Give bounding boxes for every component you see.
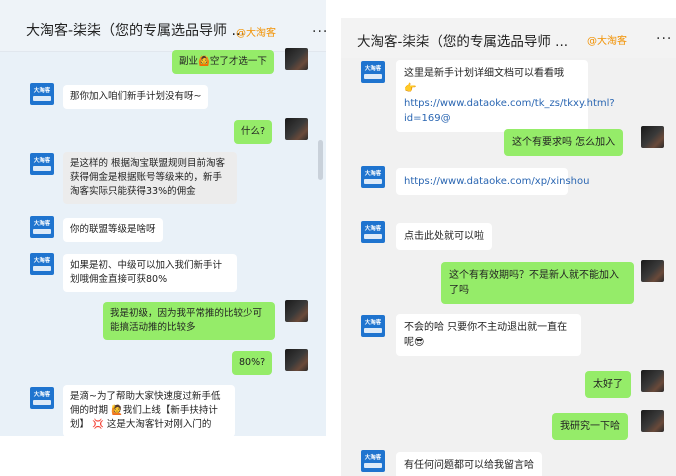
- avatar-decoration: [33, 400, 51, 405]
- message-bubble-outgoing: 这个有要求吗 怎么加入: [504, 129, 624, 156]
- contact-avatar[interactable]: 大淘客: [361, 221, 385, 243]
- contact-avatar[interactable]: 大淘客: [30, 253, 54, 275]
- more-options-icon[interactable]: ···: [656, 31, 672, 47]
- message-bubble-outgoing: 副业🙆空了才选一下: [172, 50, 274, 74]
- chat-header: 大淘客-柒柒（您的专属选品导师 ... @大淘客 ···: [341, 18, 676, 58]
- avatar-label: 大淘客: [33, 258, 51, 264]
- contact-avatar[interactable]: 大淘客: [30, 216, 54, 238]
- user-avatar[interactable]: [285, 118, 308, 140]
- avatar-decoration: [33, 266, 51, 271]
- message-bubble-incoming: 这里是新手计划详细文档可以看看哦 👉https://www.dataoke.co…: [396, 60, 615, 132]
- message-bubble-outgoing: 这个有有效期吗？不是新人就不能加入了吗: [441, 262, 634, 304]
- message-bubble-incoming: 有任何问题都可以给我留言哈: [396, 452, 542, 476]
- message-bubble-incoming: 点击此处就可以啦: [396, 223, 492, 250]
- avatar-decoration: [33, 96, 51, 101]
- user-avatar[interactable]: [285, 300, 308, 322]
- message-bubble-outgoing: 我是初级，因为我平常推的比较少可能搞活动推的比较多: [103, 302, 275, 340]
- scrollbar[interactable]: [318, 140, 323, 180]
- message-bubble-incoming: 你的联盟等级是啥呀: [63, 218, 163, 242]
- chat-title[interactable]: 大淘客-柒柒（您的专属选品导师 ...: [357, 30, 568, 50]
- avatar-decoration: [33, 166, 51, 171]
- avatar-label: 大淘客: [364, 66, 382, 72]
- avatar-decoration: [33, 229, 51, 234]
- chat-tag: @大淘客: [587, 36, 627, 47]
- message-bubble-outgoing: 我研究一下哈: [552, 413, 628, 440]
- contact-avatar[interactable]: 大淘客: [361, 450, 385, 472]
- contact-avatar[interactable]: 大淘客: [361, 61, 385, 83]
- contact-avatar[interactable]: 大淘客: [30, 83, 54, 105]
- user-avatar[interactable]: [285, 48, 308, 70]
- user-avatar[interactable]: [641, 260, 664, 282]
- avatar-label: 大淘客: [33, 221, 51, 227]
- avatar-label: 大淘客: [33, 158, 51, 164]
- message-bubble-outgoing: 80%?: [232, 351, 273, 375]
- avatar-label: 大淘客: [364, 226, 382, 232]
- message-bubble-incoming: 是这样的 根据淘宝联盟规则目前淘客获得佣金是根据账号等级来的，新手淘客实际只能获…: [63, 152, 237, 204]
- contact-avatar[interactable]: 大淘客: [361, 166, 385, 188]
- contact-avatar[interactable]: 大淘客: [30, 153, 54, 175]
- chat-header: 大淘客-柒柒（您的专属选品导师 ... @大淘客 ···: [0, 0, 326, 52]
- avatar-label: 大淘客: [33, 88, 51, 94]
- chat-title[interactable]: 大淘客-柒柒（您的专属选品导师 ...: [26, 20, 245, 40]
- user-avatar[interactable]: [285, 349, 308, 371]
- message-text: 这里是新手计划详细文档可以看看哦: [404, 68, 564, 79]
- chat-window-left: 大淘客-柒柒（您的专属选品导师 ... @大淘客 ··· 副业🙆空了才选一下 大…: [0, 0, 326, 436]
- user-avatar[interactable]: [641, 126, 664, 148]
- message-bubble-incoming: 是滴~为了帮助大家快速度过新手低佣的时期 🙋我们上线【新手扶持计划】 💢 这是大…: [63, 385, 235, 436]
- avatar-label: 大淘客: [364, 320, 382, 326]
- user-avatar[interactable]: [641, 410, 664, 432]
- message-bubble-outgoing: 太好了: [585, 371, 631, 398]
- message-bubble-incoming: 如果是初、中级可以加入我们新手计划哦佣金直接可获80%: [63, 254, 237, 292]
- contact-avatar[interactable]: 大淘客: [361, 315, 385, 337]
- avatar-label: 大淘客: [364, 171, 382, 177]
- message-bubble-incoming: 那你加入咱们新手计划没有呀~: [63, 85, 209, 109]
- message-link[interactable]: https://www.dataoke.com/xp/xinshou: [404, 176, 589, 187]
- avatar-decoration: [364, 463, 382, 468]
- chat-window-right: 大淘客-柒柒（您的专属选品导师 ... @大淘客 ··· 大淘客 这里是新手计划…: [341, 18, 676, 476]
- avatar-decoration: [364, 179, 382, 184]
- contact-avatar[interactable]: 大淘客: [30, 387, 54, 409]
- more-options-icon[interactable]: ···: [312, 24, 326, 40]
- message-link[interactable]: 👉https://www.dataoke.com/tk_zs/tkxy.html…: [404, 83, 615, 124]
- chat-tag: @大淘客: [236, 28, 276, 39]
- message-bubble-incoming: https://www.dataoke.com/xp/xinshou: [396, 168, 589, 195]
- avatar-label: 大淘客: [33, 392, 51, 398]
- avatar-label: 大淘客: [364, 455, 382, 461]
- message-bubble-outgoing: 什么?: [234, 120, 273, 144]
- avatar-decoration: [364, 234, 382, 239]
- message-bubble-incoming: 不会的哈 只要你不主动退出就一直在呢😎: [396, 314, 581, 356]
- avatar-decoration: [364, 74, 382, 79]
- avatar-decoration: [364, 328, 382, 333]
- user-avatar[interactable]: [641, 370, 664, 392]
